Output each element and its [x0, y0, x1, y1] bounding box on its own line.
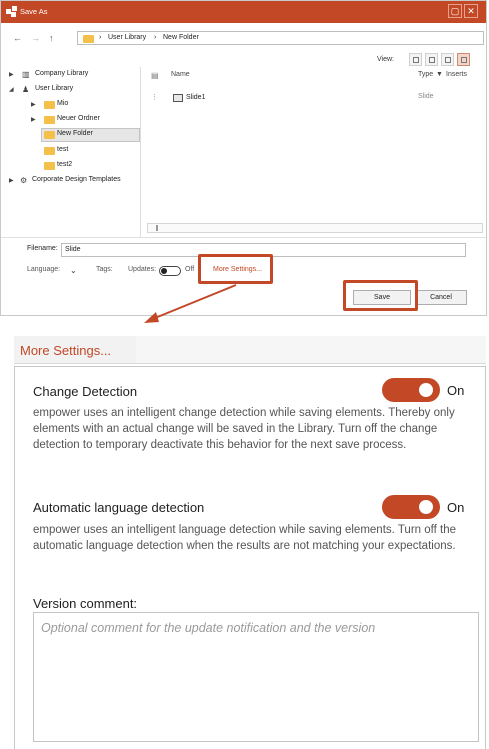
breadcrumb-separator: ›: [99, 34, 102, 41]
more-settings-tab[interactable]: More Settings...: [14, 336, 136, 364]
view-label: View:: [377, 56, 394, 63]
app-icon: [6, 6, 17, 17]
save-as-dialog: Save As ▢ ✕ ← → ↑ › User Library › New F…: [0, 0, 487, 316]
folder-icon: [44, 116, 55, 124]
change-detection-state: On: [447, 383, 465, 398]
file-row[interactable]: ⋮ Slide1 Slide: [147, 93, 447, 105]
updates-state: Off: [185, 266, 195, 273]
folder-icon: [44, 131, 55, 139]
more-settings-link[interactable]: More Settings...: [213, 266, 262, 273]
tags-label: Tags:: [96, 266, 113, 273]
change-detection-description: empower uses an intelligent change detec…: [33, 407, 455, 451]
tree-label: test: [57, 146, 69, 153]
folder-icon: [83, 35, 94, 43]
tree-item-mio[interactable]: ▶ Mio: [31, 99, 139, 111]
expand-arrow-icon[interactable]: ▶: [31, 116, 36, 123]
filter-icon[interactable]: ▼: [436, 71, 443, 78]
view-small-icons-icon[interactable]: [441, 53, 454, 66]
more-settings-title: More Settings...: [20, 343, 112, 358]
back-arrow-icon[interactable]: ←: [13, 31, 22, 45]
tree-item-corporate-design-templates[interactable]: ▶ ⚙ Corporate Design Templates: [9, 175, 141, 187]
tree-label: Corporate Design Templates: [32, 176, 121, 183]
expand-arrow-icon[interactable]: ▶: [9, 71, 14, 78]
select-all-icon[interactable]: ▤: [151, 71, 159, 80]
user-library-icon: ♟: [22, 85, 30, 94]
tree-item-user-library[interactable]: ◢ ♟ User Library: [9, 84, 139, 96]
version-comment-label: Version comment:: [33, 596, 138, 611]
updates-toggle[interactable]: [159, 266, 181, 276]
tree-label: Neuer Ordner: [57, 115, 100, 122]
filename-label: Filename:: [27, 245, 58, 252]
slide-icon: [173, 94, 183, 102]
path-box[interactable]: › User Library › New Folder: [77, 31, 484, 45]
more-settings-panel: Change Detection On empower uses an inte…: [14, 366, 486, 749]
column-header-name[interactable]: Name: [171, 71, 190, 78]
tree-item-neuer-ordner[interactable]: ▶ Neuer Ordner: [31, 114, 139, 126]
close-button[interactable]: ✕: [464, 4, 478, 18]
file-type: Slide: [418, 93, 434, 100]
language-detection-toggle[interactable]: [382, 495, 440, 519]
tree-label: test2: [57, 161, 73, 168]
forward-arrow-icon[interactable]: →: [31, 31, 40, 45]
scroll-left-icon[interactable]: [156, 225, 158, 231]
expand-arrow-icon[interactable]: ▶: [9, 177, 14, 184]
folder-icon: [44, 101, 55, 109]
language-detection-title: Automatic language detection: [33, 500, 205, 515]
library-icon: ▥: [22, 70, 30, 79]
file-list: ▤ Name Type ▼ Inserts ⋮ Slide1 Slide: [147, 71, 483, 236]
folder-icon: [44, 147, 55, 155]
expand-arrow-icon[interactable]: ▶: [31, 101, 36, 108]
header-strip: [136, 336, 486, 364]
language-dropdown-chevron-icon[interactable]: ⌄: [70, 266, 77, 275]
up-arrow-icon[interactable]: ↑: [49, 31, 54, 45]
language-detection-state: On: [447, 500, 465, 515]
templates-icon: ⚙: [20, 176, 28, 185]
breadcrumb-user-library[interactable]: User Library: [108, 34, 146, 41]
view-bar: View:: [362, 53, 482, 67]
view-large-icons-icon[interactable]: [425, 53, 438, 66]
save-button[interactable]: Save: [353, 290, 411, 305]
updates-label: Updates:: [128, 266, 157, 273]
tree-item-test[interactable]: test: [41, 145, 139, 157]
view-list-icon[interactable]: [457, 53, 470, 66]
tree-label: Mio: [57, 100, 69, 107]
view-details-icon[interactable]: [409, 53, 422, 66]
tree-label: User Library: [35, 85, 74, 92]
column-header-type[interactable]: Type: [418, 71, 433, 78]
row-marker-icon: ⋮: [151, 94, 158, 101]
language-detection-description: empower uses an intelligent language det…: [33, 524, 456, 552]
filename-input[interactable]: Slide: [61, 243, 466, 257]
folder-tree: ▶ ▥ Company Library ◢ ♟ User Library ▶ M…: [9, 69, 141, 241]
language-label: Language:: [27, 266, 61, 273]
breadcrumb-separator: ›: [154, 34, 157, 41]
change-detection-title: Change Detection: [33, 384, 138, 399]
column-header-inserts[interactable]: Inserts: [446, 71, 483, 78]
folder-icon: [44, 162, 55, 170]
horizontal-scrollbar[interactable]: [147, 223, 483, 233]
version-comment-box: [33, 612, 479, 742]
file-name: Slide1: [186, 94, 206, 101]
tree-item-company-library[interactable]: ▶ ▥ Company Library: [9, 69, 139, 81]
address-bar: ← → ↑ › User Library › New Folder: [9, 31, 484, 45]
change-detection-toggle[interactable]: [382, 378, 440, 402]
tree-label: New Folder: [57, 130, 93, 137]
collapse-arrow-icon[interactable]: ◢: [9, 86, 14, 93]
breadcrumb-new-folder[interactable]: New Folder: [163, 34, 199, 41]
root: Save As ▢ ✕ ← → ↑ › User Library › New F…: [0, 0, 489, 749]
tree-label: Company Library: [35, 70, 89, 77]
version-comment-input[interactable]: [34, 613, 478, 741]
maximize-button[interactable]: ▢: [448, 4, 462, 18]
pane-divider[interactable]: [140, 67, 141, 237]
divider: [1, 237, 486, 238]
dialog-title: Save As: [20, 7, 48, 16]
cancel-button[interactable]: Cancel: [415, 290, 467, 305]
title-bar: Save As ▢ ✕: [1, 1, 486, 23]
tree-item-new-folder[interactable]: New Folder: [41, 128, 140, 142]
tree-item-test2[interactable]: test2: [41, 160, 139, 172]
